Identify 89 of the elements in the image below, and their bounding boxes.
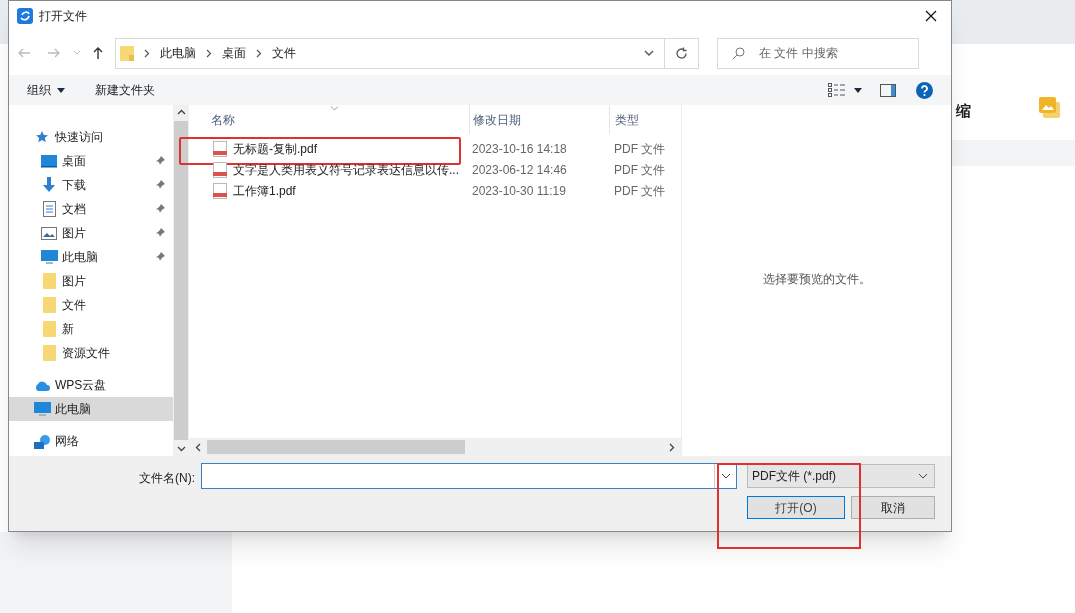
new-folder-button[interactable]: 新建文件夹 — [95, 81, 155, 99]
cloud-icon — [34, 379, 50, 391]
scroll-right-icon[interactable] — [669, 442, 675, 452]
scroll-down-icon[interactable] — [176, 446, 186, 452]
scroll-up-icon[interactable] — [176, 109, 186, 115]
sidebar-item[interactable]: 此电脑 — [9, 245, 173, 269]
view-list-icon[interactable] — [828, 83, 846, 97]
sidebar-item[interactable]: 文件 — [9, 293, 173, 317]
sidebar-item[interactable]: WPS云盘 — [9, 373, 173, 397]
chevron-icon[interactable] — [256, 48, 262, 58]
column-header[interactable]: 类型 — [609, 105, 681, 134]
sidebar-item[interactable]: 下载 — [9, 173, 173, 197]
close-icon[interactable] — [925, 10, 937, 22]
modified-date: 2023-10-30 11:19 — [471, 182, 567, 200]
folder-icon — [42, 297, 56, 313]
vertical-scrollbar[interactable] — [173, 105, 189, 456]
folder-icon — [120, 45, 134, 61]
refresh-icon[interactable] — [675, 46, 688, 60]
open-button[interactable]: 打开(O) — [747, 496, 845, 519]
pdf-file-icon — [213, 161, 227, 178]
sidebar-item[interactable]: 新 — [9, 317, 173, 341]
folder-icon — [42, 321, 56, 337]
scrollbar-thumb[interactable] — [174, 121, 188, 440]
organize-menu-button[interactable]: 组织 — [27, 81, 65, 99]
pdf-file-icon — [213, 140, 227, 157]
folder-icon — [42, 345, 56, 361]
modified-date: 2023-06-12 14:46 — [471, 161, 568, 179]
breadcrumb[interactable]: 桌面 — [222, 44, 246, 62]
dropdown-caret-icon[interactable] — [918, 473, 928, 479]
toolbar-label: 缩 — [956, 101, 971, 121]
up-arrow-icon[interactable] — [91, 46, 105, 60]
sidebar-item[interactable]: 此电脑 — [9, 397, 173, 421]
sidebar-item[interactable]: 文档 — [9, 197, 173, 221]
star-icon — [35, 130, 49, 144]
desktop-icon — [41, 154, 57, 168]
window-title: 打开文件 — [39, 8, 87, 25]
scroll-left-icon[interactable] — [195, 442, 201, 452]
sidebar-item[interactable]: 图片 — [9, 269, 173, 293]
caret-icon — [57, 87, 65, 93]
file-name[interactable]: 文字是人类用表义符号记录表达信息以传... — [233, 160, 459, 179]
file-type: PDF 文件 — [613, 161, 667, 179]
column-header[interactable]: 修改日期 — [469, 105, 609, 134]
monitor-icon — [40, 249, 58, 265]
help-icon[interactable] — [916, 81, 933, 99]
app-icon — [17, 8, 33, 24]
search-icon — [732, 46, 745, 60]
sidebar-item[interactable]: 桌面 — [9, 149, 173, 173]
sidebar-item[interactable]: 资源文件 — [9, 341, 173, 365]
file-name-label: 文件名(N): — [139, 470, 195, 487]
file-name[interactable]: 无标题-复制.pdf — [233, 139, 317, 158]
network-icon — [33, 433, 51, 449]
chevron-icon[interactable] — [206, 48, 212, 58]
address-bar[interactable]: 此电脑 桌面 文件 — [115, 37, 699, 69]
folder-icon — [42, 273, 56, 289]
file-type-dropdown[interactable]: PDF文件 (*.pdf) — [747, 464, 935, 488]
file-type-value: PDF文件 (*.pdf) — [752, 468, 836, 485]
file-type: PDF 文件 — [613, 140, 667, 158]
file-name[interactable]: 工作簿1.pdf — [233, 181, 296, 200]
pin-icon[interactable] — [155, 180, 165, 190]
file-type: PDF 文件 — [613, 182, 667, 200]
cancel-button[interactable]: 取消 — [851, 496, 935, 519]
pin-icon[interactable] — [155, 252, 165, 262]
dropdown-caret-icon[interactable] — [644, 49, 654, 57]
horizontal-scrollbar[interactable] — [189, 438, 681, 456]
down-arrow-icon — [41, 177, 57, 193]
modified-date: 2023-10-16 14:18 — [471, 140, 568, 158]
dropdown-caret-icon[interactable] — [720, 473, 731, 479]
sidebar-item[interactable]: 网络 — [9, 429, 173, 453]
column-header[interactable]: 名称 — [189, 105, 469, 134]
chevron-icon[interactable] — [144, 48, 150, 58]
preview-message: 选择要预览的文件。 — [762, 270, 871, 288]
monitor-icon — [33, 401, 51, 417]
picture-icon — [41, 226, 57, 240]
search-placeholder: 在 文件 中搜索 — [759, 45, 838, 62]
sidebar-item[interactable]: 图片 — [9, 221, 173, 245]
pin-icon[interactable] — [155, 156, 165, 166]
document-icon — [42, 201, 56, 217]
sidebar-item[interactable]: 快速访问 — [9, 125, 173, 149]
pin-icon[interactable] — [155, 228, 165, 238]
search-field[interactable]: 在 文件 中搜索 — [717, 37, 919, 69]
caret-icon[interactable] — [854, 87, 862, 93]
preview-pane-icon[interactable] — [880, 83, 896, 97]
pdf-file-icon — [213, 182, 227, 199]
breadcrumb[interactable]: 文件 — [272, 44, 296, 62]
pin-icon[interactable] — [155, 204, 165, 214]
scrollbar-thumb[interactable] — [207, 440, 465, 454]
sort-caret-icon — [330, 106, 339, 111]
file-name-field[interactable] — [201, 463, 737, 489]
breadcrumb[interactable]: 此电脑 — [160, 44, 196, 62]
